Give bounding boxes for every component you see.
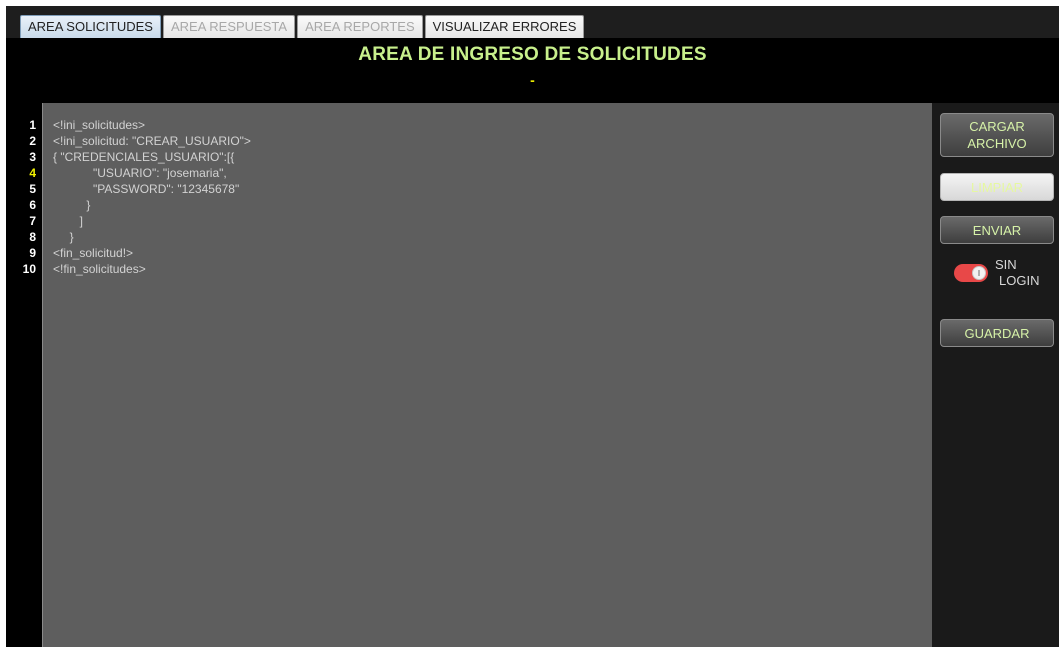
tab-area-respuesta[interactable]: AREA RESPUESTA bbox=[162, 15, 296, 38]
clear-button[interactable]: LIMPIAR bbox=[940, 173, 1054, 201]
status-indicator: - bbox=[530, 72, 535, 88]
code-line: <!ini_solicitudes> bbox=[53, 118, 146, 132]
code-line: "USUARIO": "josemaria", bbox=[53, 166, 227, 180]
load-file-label-line2: ARCHIVO bbox=[967, 136, 1027, 151]
line-number: 3 bbox=[29, 150, 36, 164]
load-file-label-line1: CARGAR bbox=[969, 119, 1025, 134]
code-line: } bbox=[53, 198, 91, 212]
header: AREA DE INGRESO DE SOLICITUDES - bbox=[6, 38, 1059, 102]
app-window: AREA SOLICITUDES AREA RESPUESTA AREA REP… bbox=[6, 6, 1059, 647]
code-line: { "CREDENCIALES_USUARIO":[{ bbox=[53, 150, 235, 164]
line-number: 9 bbox=[29, 246, 36, 260]
code-line: <fin_solicitud!> bbox=[53, 246, 134, 260]
line-number: 8 bbox=[29, 230, 36, 244]
line-number: 2 bbox=[29, 134, 36, 148]
toggle-knob bbox=[972, 266, 986, 280]
tab-visualizar-errores[interactable]: VISUALIZAR ERRORES bbox=[424, 15, 585, 38]
line-number-gutter: 1 2 3 4 5 6 7 8 9 10 bbox=[6, 103, 42, 647]
login-toggle-row: SIN LOGIN bbox=[954, 253, 1054, 293]
page-title: AREA DE INGRESO DE SOLICITUDES bbox=[358, 44, 707, 65]
request-editor[interactable]: <!ini_solicitudes> <!ini_solicitud: "CRE… bbox=[42, 103, 933, 647]
load-file-button[interactable]: CARGAR ARCHIVO bbox=[940, 113, 1054, 157]
code-line: } bbox=[53, 230, 74, 244]
send-button[interactable]: ENVIAR bbox=[940, 216, 1054, 244]
no-login-label: SIN LOGIN bbox=[995, 257, 1039, 289]
power-icon bbox=[978, 270, 980, 276]
line-number: 5 bbox=[29, 182, 36, 196]
code-line: ] bbox=[53, 214, 84, 228]
tab-area-solicitudes[interactable]: AREA SOLICITUDES bbox=[20, 15, 161, 38]
code-line: <!ini_solicitud: "CREAR_USUARIO"> bbox=[53, 134, 251, 148]
save-button[interactable]: GUARDAR bbox=[940, 319, 1054, 347]
code-line: "PASSWORD": "12345678" bbox=[53, 182, 240, 196]
no-login-label-line1: SIN bbox=[995, 257, 1017, 272]
no-login-label-line2: LOGIN bbox=[999, 273, 1040, 288]
tab-area-reportes[interactable]: AREA REPORTES bbox=[297, 15, 423, 38]
tab-list: AREA SOLICITUDES AREA RESPUESTA AREA REP… bbox=[20, 12, 586, 38]
line-number-current: 4 bbox=[29, 166, 36, 180]
line-number: 6 bbox=[29, 198, 36, 212]
line-number: 7 bbox=[29, 214, 36, 228]
no-login-toggle[interactable] bbox=[954, 264, 988, 282]
code-line: <!fin_solicitudes> bbox=[53, 262, 146, 276]
action-sidebar: CARGAR ARCHIVO LIMPIAR ENVIAR SIN LOGIN … bbox=[932, 103, 1059, 647]
line-number: 10 bbox=[22, 262, 36, 276]
tab-bar: AREA SOLICITUDES AREA RESPUESTA AREA REP… bbox=[6, 6, 1059, 38]
line-number: 1 bbox=[29, 118, 36, 132]
